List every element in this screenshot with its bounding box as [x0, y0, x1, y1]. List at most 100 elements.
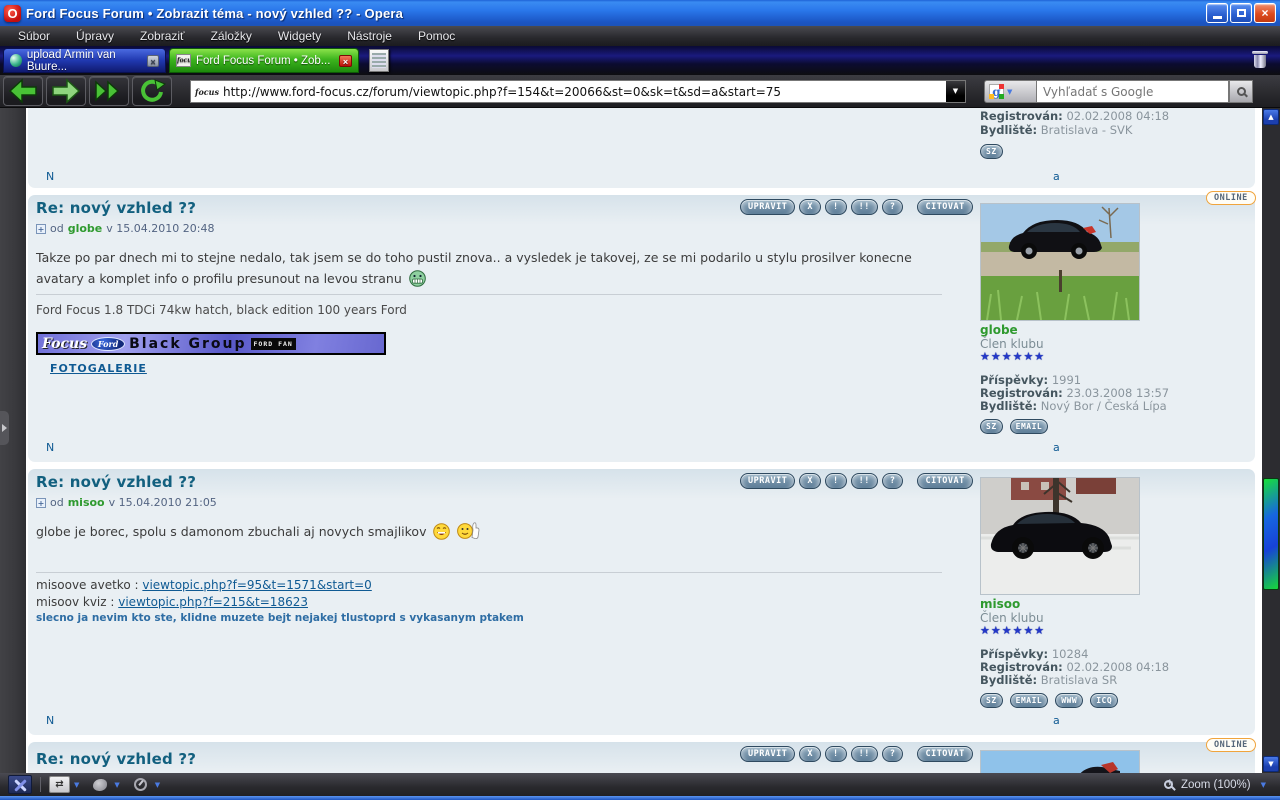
signature-link[interactable]: viewtopic.php?f=215&t=18623 — [118, 595, 308, 609]
anchor-link[interactable]: a — [1053, 170, 1060, 183]
menu-view[interactable]: Zobraziť — [128, 27, 197, 45]
post-globe-2108: Re: nový vzhled ?? UPRAVIT X ! !! ? CITO… — [28, 742, 1255, 773]
back-button[interactable] — [3, 76, 43, 106]
profile-username[interactable]: misoo — [980, 597, 1020, 611]
signature-banner[interactable]: Focus Ford Black Group FORD FAN — [36, 332, 386, 355]
post-date: v 15.04.2010 20:48 — [106, 222, 214, 235]
edit-button[interactable]: UPRAVIT — [740, 199, 795, 215]
forward-button[interactable] — [46, 76, 86, 106]
icq-button[interactable]: ICQ — [1090, 693, 1118, 708]
restore-button[interactable] — [1230, 3, 1252, 23]
registered-value: 23.03.2008 13:57 — [1066, 386, 1169, 400]
vertical-scrollbar[interactable]: ▲ ▼ — [1262, 108, 1280, 773]
info-button[interactable]: ? — [882, 473, 904, 489]
edit-button[interactable]: UPRAVIT — [740, 746, 795, 762]
post-plus-icon[interactable]: + — [36, 498, 46, 508]
post-title[interactable]: Re: nový vzhled ?? — [36, 750, 196, 768]
close-button[interactable]: × — [1254, 3, 1276, 23]
top-link[interactable]: N — [46, 170, 54, 183]
email-button[interactable]: EMAIL — [1010, 419, 1049, 434]
quote-button[interactable]: CITOVAT — [917, 473, 972, 489]
tab-ford-focus-forum[interactable]: focus Ford Focus Forum • Zob... × — [169, 48, 359, 73]
scroll-up-button[interactable]: ▲ — [1263, 109, 1279, 125]
search-box[interactable] — [1036, 80, 1229, 103]
avatar-globe[interactable] — [980, 750, 1140, 773]
info-button[interactable]: ? — [882, 199, 904, 215]
author-link[interactable]: misoo — [68, 496, 105, 509]
trash-icon[interactable] — [1252, 51, 1268, 69]
od-label: od — [50, 222, 64, 235]
menu-bar: Súbor Úpravy Zobraziť Záložky Widgety Ná… — [0, 26, 1280, 46]
post-title[interactable]: Re: nový vzhled ?? — [36, 199, 196, 217]
menu-file[interactable]: Súbor — [6, 27, 62, 45]
panel-toggle-handle[interactable] — [0, 411, 9, 445]
fotogalerie-link[interactable]: FOTOGALERIE — [36, 362, 161, 375]
www-button[interactable]: WWW — [1055, 693, 1083, 708]
address-dropdown-button[interactable]: ▼ — [946, 81, 965, 102]
top-link[interactable]: N — [46, 441, 54, 454]
minimize-button[interactable] — [1206, 3, 1228, 23]
address-input[interactable] — [223, 81, 946, 102]
delete-button[interactable]: X — [799, 746, 821, 762]
post-title[interactable]: Re: nový vzhled ?? — [36, 473, 196, 491]
scroll-down-button[interactable]: ▼ — [1263, 756, 1279, 772]
reload-icon — [138, 78, 166, 104]
info-button[interactable]: ? — [882, 746, 904, 762]
zoom-control[interactable]: Zoom (100%) ▼ — [1164, 779, 1280, 791]
location-row: Bydliště: Bratislava SR — [980, 673, 1117, 687]
anchor-link[interactable]: a — [1053, 441, 1060, 454]
avatar-misoo[interactable] — [980, 477, 1140, 595]
profile-username[interactable]: globe — [980, 323, 1018, 337]
fit-to-width-button[interactable]: ⇄ — [49, 776, 70, 793]
warn-button[interactable]: !! — [851, 473, 878, 489]
zoom-dropdown-icon[interactable]: ▼ — [1261, 781, 1266, 789]
registered-row: Registrován: 02.02.2008 04:18 — [980, 660, 1169, 674]
speed-button[interactable] — [130, 776, 151, 793]
menu-tools[interactable]: Nástroje — [335, 27, 404, 45]
scrollbar-thumb[interactable] — [1263, 478, 1279, 590]
report-button[interactable]: ! — [825, 746, 847, 762]
signature-link[interactable]: viewtopic.php?f=95&t=1571&start=0 — [142, 578, 371, 592]
fit-width-dropdown-icon[interactable]: ▼ — [74, 781, 79, 789]
delete-button[interactable]: X — [799, 199, 821, 215]
report-button[interactable]: ! — [825, 473, 847, 489]
post-plus-icon[interactable]: + — [36, 224, 46, 234]
mouse-gestures-button[interactable] — [89, 776, 110, 793]
warn-button[interactable]: !! — [851, 199, 878, 215]
ford-logo-icon: Ford — [91, 337, 125, 351]
warn-button[interactable]: !! — [851, 746, 878, 762]
panels-button[interactable] — [8, 775, 32, 794]
search-go-button[interactable] — [1229, 80, 1253, 103]
tab-close-icon[interactable]: × — [147, 55, 159, 67]
signature-link-row: misoove avetko : viewtopic.php?f=95&t=15… — [36, 578, 942, 592]
menu-help[interactable]: Pomoc — [406, 27, 467, 45]
menu-widgets[interactable]: Widgety — [266, 27, 333, 45]
speed-dropdown-icon[interactable]: ▼ — [155, 781, 160, 789]
pm-button[interactable]: SZ — [980, 144, 1003, 159]
email-button[interactable]: EMAIL — [1010, 693, 1049, 708]
delete-button[interactable]: X — [799, 473, 821, 489]
edit-button[interactable]: UPRAVIT — [740, 473, 795, 489]
anchor-link[interactable]: a — [1053, 714, 1060, 727]
avatar-globe[interactable] — [980, 203, 1140, 321]
quote-button[interactable]: CITOVAT — [917, 199, 972, 215]
search-input[interactable] — [1037, 85, 1228, 99]
pm-button[interactable]: SZ — [980, 693, 1003, 708]
author-link[interactable]: globe — [68, 222, 103, 235]
trash-lid — [1252, 51, 1268, 54]
reload-button[interactable] — [132, 76, 172, 106]
top-link[interactable]: N — [46, 714, 54, 727]
search-engine-selector[interactable]: g ▼ — [984, 80, 1036, 103]
tab-upload-armin[interactable]: upload Armin van Buure... × — [3, 48, 166, 73]
signature-divider — [36, 294, 942, 295]
report-button[interactable]: ! — [825, 199, 847, 215]
quote-button[interactable]: CITOVAT — [917, 746, 972, 762]
fast-forward-button[interactable] — [89, 76, 129, 106]
new-page-icon[interactable] — [369, 49, 389, 72]
gestures-dropdown-icon[interactable]: ▼ — [114, 781, 119, 789]
menu-bookmarks[interactable]: Záložky — [199, 27, 264, 45]
address-bar[interactable]: focus ▼ — [190, 80, 966, 103]
tab-close-icon[interactable]: × — [339, 55, 352, 67]
menu-edit[interactable]: Úpravy — [64, 27, 126, 45]
pm-button[interactable]: SZ — [980, 419, 1003, 434]
